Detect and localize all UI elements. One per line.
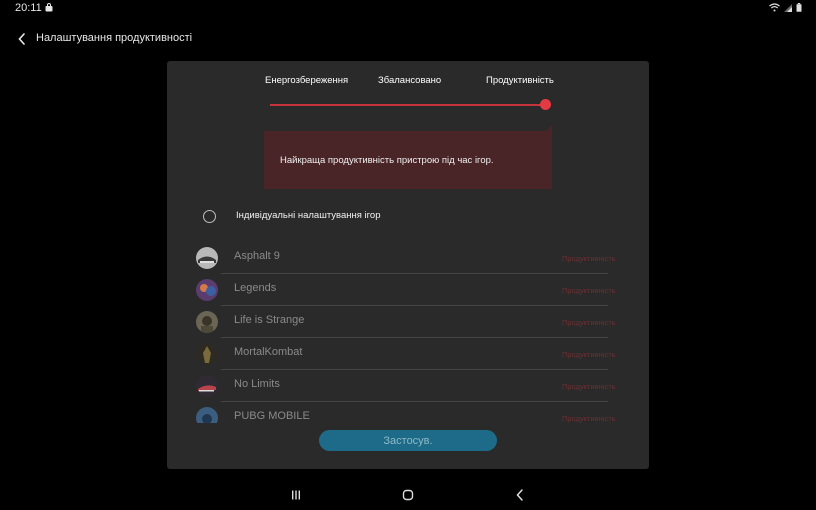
game-name: Life is Strange bbox=[234, 314, 305, 326]
game-row[interactable]: Life is Strange Продуктивність bbox=[194, 305, 624, 338]
custom-settings-label: Індивідуальні налаштування ігор bbox=[236, 210, 381, 221]
game-list[interactable]: Asphalt 9 Продуктивність Legends Продукт… bbox=[194, 241, 624, 423]
game-name: Asphalt 9 bbox=[234, 250, 280, 262]
game-mode[interactable]: Продуктивність bbox=[562, 382, 616, 391]
no-limits-game-icon bbox=[196, 375, 218, 397]
battery-icon bbox=[796, 3, 802, 12]
game-row[interactable]: MortalKombat Продуктивність bbox=[194, 337, 624, 370]
status-icons bbox=[769, 3, 802, 12]
mode-labels: Енергозбереження Збалансовано Продуктивн… bbox=[167, 75, 649, 89]
status-bar: 20:11 bbox=[0, 0, 816, 16]
mortal-kombat-game-icon bbox=[196, 343, 218, 365]
game-mode[interactable]: Продуктивність bbox=[562, 286, 616, 295]
game-mode[interactable]: Продуктивність bbox=[562, 350, 616, 359]
custom-settings-radio[interactable] bbox=[203, 210, 216, 223]
slider-thumb[interactable] bbox=[539, 99, 551, 110]
game-name: PUBG MOBILE bbox=[234, 410, 310, 422]
pubg-game-icon bbox=[196, 407, 218, 423]
wifi-icon bbox=[769, 3, 780, 12]
game-name: No Limits bbox=[234, 378, 280, 390]
life-is-strange-game-icon bbox=[196, 311, 218, 333]
legends-game-icon bbox=[196, 279, 218, 301]
signal-icon bbox=[784, 3, 792, 12]
game-row[interactable]: Legends Продуктивність bbox=[194, 273, 624, 306]
status-time: 20:11 bbox=[15, 2, 42, 14]
slider-track[interactable] bbox=[270, 104, 545, 106]
custom-game-settings-row[interactable]: Індивідуальні налаштування ігор bbox=[203, 209, 503, 225]
back-icon[interactable] bbox=[512, 487, 528, 503]
shopping-bag-icon bbox=[45, 3, 53, 12]
mode-label-energy-saving[interactable]: Енергозбереження bbox=[265, 75, 348, 86]
header: Налаштування продуктивності bbox=[0, 28, 400, 50]
mode-label-performance[interactable]: Продуктивність bbox=[486, 75, 554, 86]
page-title: Налаштування продуктивності bbox=[36, 32, 193, 44]
asphalt-game-icon bbox=[196, 247, 218, 269]
game-row[interactable]: PUBG MOBILE Продуктивність bbox=[194, 401, 624, 423]
game-mode[interactable]: Продуктивність bbox=[562, 318, 616, 327]
game-name: Legends bbox=[234, 282, 277, 294]
game-mode[interactable]: Продуктивність bbox=[562, 414, 616, 423]
settings-panel: Енергозбереження Збалансовано Продуктивн… bbox=[167, 61, 649, 469]
game-name: MortalKombat bbox=[234, 346, 303, 358]
apply-button[interactable]: Застосув. bbox=[319, 430, 497, 451]
mode-description: Найкраща продуктивність пристрою під час… bbox=[280, 155, 494, 166]
mode-label-balanced[interactable]: Збалансовано bbox=[378, 75, 441, 86]
game-row[interactable]: Asphalt 9 Продуктивність bbox=[194, 241, 624, 274]
navigation-bar bbox=[0, 482, 816, 508]
performance-mode-slider[interactable] bbox=[270, 97, 551, 113]
game-row[interactable]: No Limits Продуктивність bbox=[194, 369, 624, 402]
recent-apps-icon[interactable] bbox=[288, 487, 304, 503]
game-mode[interactable]: Продуктивність bbox=[562, 254, 616, 263]
back-arrow-icon[interactable] bbox=[14, 31, 30, 47]
mode-description-box: Найкраща продуктивність пристрою під час… bbox=[264, 125, 552, 189]
home-icon[interactable] bbox=[400, 487, 416, 503]
